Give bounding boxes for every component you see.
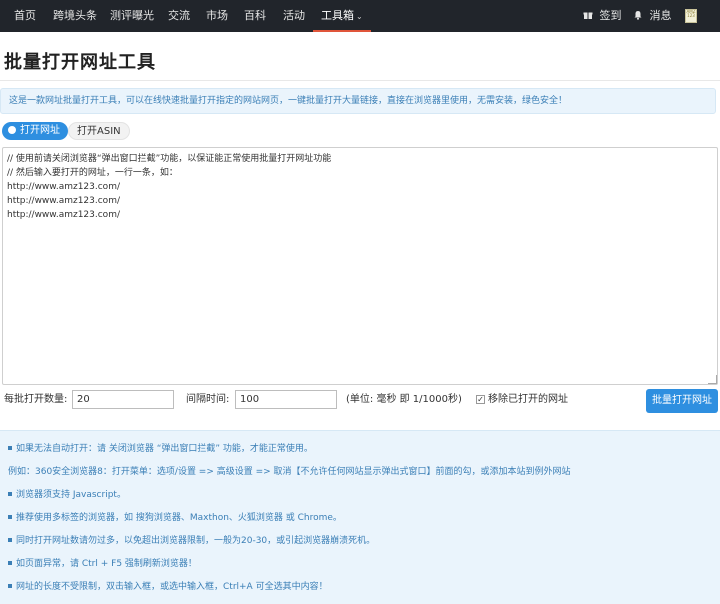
interval-unit-note: (单位: 毫秒 即 1/1000秒) — [346, 394, 462, 405]
nav-toolbox-label: 工具箱 — [321, 9, 354, 22]
tab-open-asin[interactable]: 打开ASIN — [68, 122, 130, 140]
tab-open-url-label: 打开网址 — [20, 125, 60, 136]
qr-code-icon[interactable]: AMZ 123 — [685, 9, 697, 23]
messages-link[interactable]: 消息 — [633, 0, 672, 32]
page-title: 批量打开网址工具 — [4, 52, 156, 73]
resize-grip-icon[interactable] — [708, 375, 717, 384]
bullet-icon — [8, 584, 12, 588]
tip-text: 浏览器须支持 Javascript。 — [16, 490, 126, 500]
batch-count-input[interactable] — [72, 390, 174, 409]
bullet-icon — [8, 446, 12, 450]
gift-icon — [583, 9, 597, 22]
nav-cross-border-news[interactable]: 跨境头条 — [53, 0, 97, 32]
qr-code-text: AMZ 123 — [686, 9, 696, 18]
bullet-icon — [8, 561, 12, 565]
nav-toolbox[interactable]: 工具箱 ⌄ — [313, 0, 371, 32]
nav-exchange[interactable]: 交流 — [168, 0, 190, 32]
tip-item: 推荐使用多标签的浏览器，如 搜狗浏览器、Maxthon、火狐浏览器 或 Chro… — [8, 510, 342, 523]
tab-open-url[interactable]: 打开网址 — [2, 122, 68, 140]
tip-item: 网址的长度不受限制，双击输入框，或选中输入框，Ctrl+A 可全选其中内容！ — [8, 579, 328, 592]
interval-input[interactable] — [235, 390, 337, 409]
remove-opened-label: 移除已打开的网址 — [488, 394, 568, 405]
top-nav: 首页 跨境头条 测评曝光 交流 市场 百科 活动 工具箱 ⌄ 签到 消息 AMZ … — [0, 0, 720, 32]
tip-text: 网址的长度不受限制，双击输入框，或选中输入框，Ctrl+A 可全选其中内容！ — [16, 582, 328, 592]
nav-events[interactable]: 活动 — [283, 0, 305, 32]
info-banner: 这是一款网址批量打开工具，可以在线快速批量打开指定的网站网页，一键批量打开大量链… — [0, 88, 716, 114]
tip-item: 同时打开网址数请勿过多，以免超出浏览器限制，一般为20-30，或引起浏览器崩溃死… — [8, 533, 375, 546]
remove-opened-checkbox[interactable]: ✓ — [476, 395, 485, 404]
interval-label: 间隔时间: — [186, 394, 230, 405]
title-divider — [0, 80, 720, 81]
signin-label: 签到 — [599, 9, 622, 22]
tip-item: 浏览器须支持 Javascript。 — [8, 487, 126, 500]
bullet-icon — [8, 492, 12, 496]
batch-count-label: 每批打开数量: — [4, 394, 68, 405]
tip-text: 如果无法自动打开：请 关闭浏览器 “弹出窗口拦截” 功能，才能正常使用。 — [16, 444, 313, 454]
tips-panel: 如果无法自动打开：请 关闭浏览器 “弹出窗口拦截” 功能，才能正常使用。 例如：… — [0, 430, 720, 604]
tip-text: 同时打开网址数请勿过多，以免超出浏览器限制，一般为20-30，或引起浏览器崩溃死… — [16, 536, 376, 546]
signin-link[interactable]: 签到 — [583, 0, 622, 32]
chevron-down-icon: ⌄ — [356, 12, 363, 21]
batch-open-button[interactable]: 批量打开网址 — [646, 389, 718, 413]
tip-text: 如页面异常，请 Ctrl + F5 强制刷新浏览器！ — [16, 559, 197, 569]
bullet-icon — [8, 515, 12, 519]
tip-item: 如页面异常，请 Ctrl + F5 强制刷新浏览器！ — [8, 556, 197, 569]
nav-wiki[interactable]: 百科 — [244, 0, 266, 32]
nav-home[interactable]: 首页 — [14, 0, 36, 32]
tip-item: 如果无法自动打开：请 关闭浏览器 “弹出窗口拦截” 功能，才能正常使用。 — [8, 441, 313, 454]
bullet-icon — [8, 538, 12, 542]
nav-reviews[interactable]: 测评曝光 — [110, 0, 154, 32]
tip-text: 例如：360安全浏览器8：打开菜单：选项/设置 => 高级设置 => 取消【不允… — [8, 467, 571, 477]
radio-selected-icon — [8, 126, 16, 134]
nav-market[interactable]: 市场 — [206, 0, 228, 32]
tip-text: 推荐使用多标签的浏览器，如 搜狗浏览器、Maxthon、火狐浏览器 或 Chro… — [16, 513, 342, 523]
bell-icon — [633, 9, 647, 22]
tip-item: 例如：360安全浏览器8：打开菜单：选项/设置 => 高级设置 => 取消【不允… — [8, 464, 571, 477]
url-list-textarea[interactable] — [2, 147, 718, 385]
messages-label: 消息 — [649, 9, 672, 22]
